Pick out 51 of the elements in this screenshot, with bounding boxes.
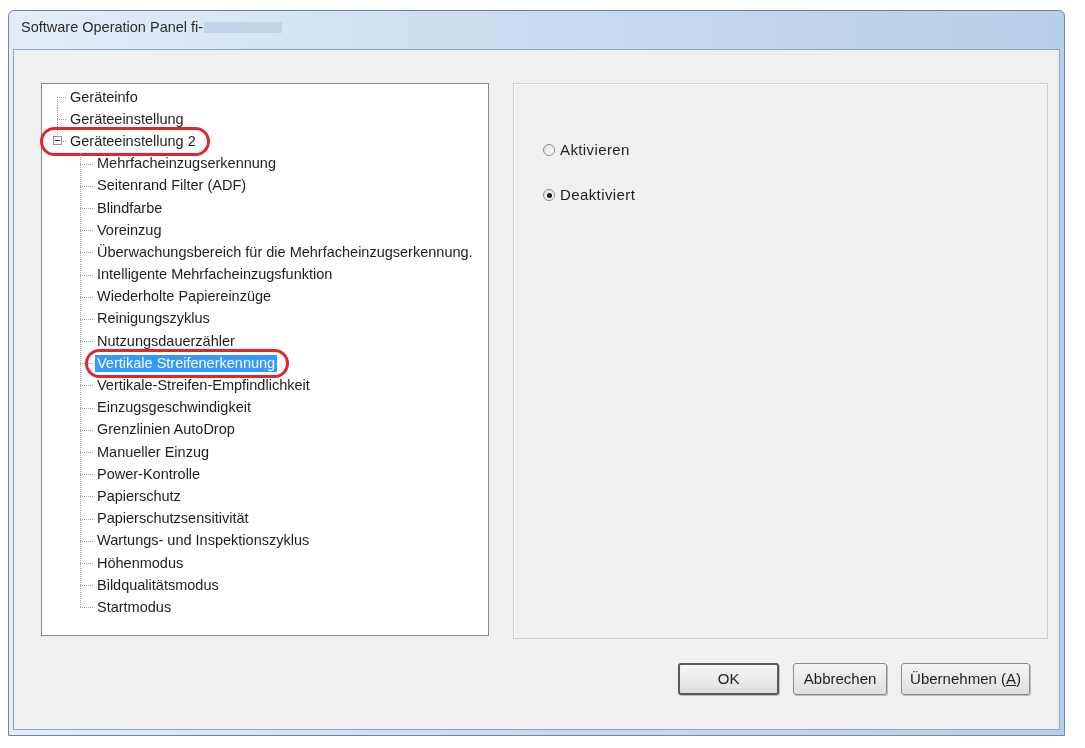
tree-item[interactable]: Überwachungsbereich für die Mehrfacheinzugserkennung. (95, 243, 475, 261)
tree-item[interactable]: Vertikale-Streifen-Empfindlichkeit (95, 377, 312, 395)
dialog-button[interactable]: Übernehmen (A) (901, 663, 1030, 695)
tree-item[interactable]: Voreinzug (95, 221, 164, 239)
tree-item[interactable]: Wiederholte Papiereinzüge (95, 288, 274, 306)
radio-button[interactable] (543, 144, 555, 156)
tree-item[interactable]: Blindfarbe (95, 199, 165, 217)
tree-item[interactable]: Geräteinfo (68, 88, 140, 106)
tree-connector (80, 485, 94, 508)
tree-connector (80, 374, 94, 397)
tree-item[interactable]: Papierschutzsensitivität (95, 510, 251, 528)
tree-connector (80, 263, 94, 286)
radio-button[interactable] (543, 189, 555, 201)
tree-connector (80, 219, 94, 242)
tree-connector (80, 463, 94, 486)
tree-item[interactable]: Einzugsgeschwindigkeit (95, 399, 253, 417)
tree-connector (80, 152, 94, 175)
tree-item[interactable]: Bildqualitätsmodus (95, 576, 221, 594)
window-title: Software Operation Panel fi- (21, 19, 204, 36)
tree-connector (80, 352, 94, 375)
tree-connector (80, 330, 94, 353)
tree-connector (80, 396, 94, 419)
tree-item[interactable]: Intelligente Mehrfacheinzugsfunktion (95, 266, 335, 284)
tree-item[interactable]: Nutzungsdauerzähler (95, 332, 237, 350)
tree-connector (80, 551, 94, 575)
radio-label: Aktivieren (560, 139, 630, 160)
tree-item[interactable]: Manueller Einzug (95, 443, 212, 461)
tree-item[interactable]: Papierschutz (95, 487, 183, 505)
tree-item[interactable]: Seitenrand Filter (ADF) (95, 177, 249, 195)
tree-connector (80, 285, 94, 308)
tree-item[interactable]: Reinigungszyklus (95, 310, 212, 328)
tree-connector (80, 418, 94, 441)
tree-item[interactable]: Wartungs- und Inspektionszyklus (95, 532, 312, 550)
tree-connector (80, 507, 94, 530)
tree-item[interactable]: Startmodus (95, 598, 174, 616)
tree-connector (80, 441, 94, 464)
tree-item[interactable]: Grenzlinien AutoDrop (95, 421, 237, 439)
tree-item[interactable]: Mehrfacheinzugserkennung (95, 155, 278, 173)
dialog-button[interactable]: Abbrechen (793, 663, 888, 695)
collapse-icon[interactable] (53, 136, 62, 146)
tree-item[interactable]: Geräteeinstellung 2 (68, 132, 198, 150)
tree-connector (80, 241, 94, 264)
tree-item[interactable]: Höhenmodus (95, 554, 186, 572)
tree-connector (80, 529, 94, 552)
tree-item[interactable]: Geräteeinstellung (68, 110, 186, 128)
radio-label: Deaktiviert (560, 184, 636, 205)
dialog-button[interactable]: OK (678, 663, 780, 695)
tree-connector (80, 174, 94, 197)
tree-connector (80, 196, 94, 220)
tree-connector (80, 307, 94, 331)
tree-item[interactable]: Power-Kontrolle (95, 465, 203, 483)
